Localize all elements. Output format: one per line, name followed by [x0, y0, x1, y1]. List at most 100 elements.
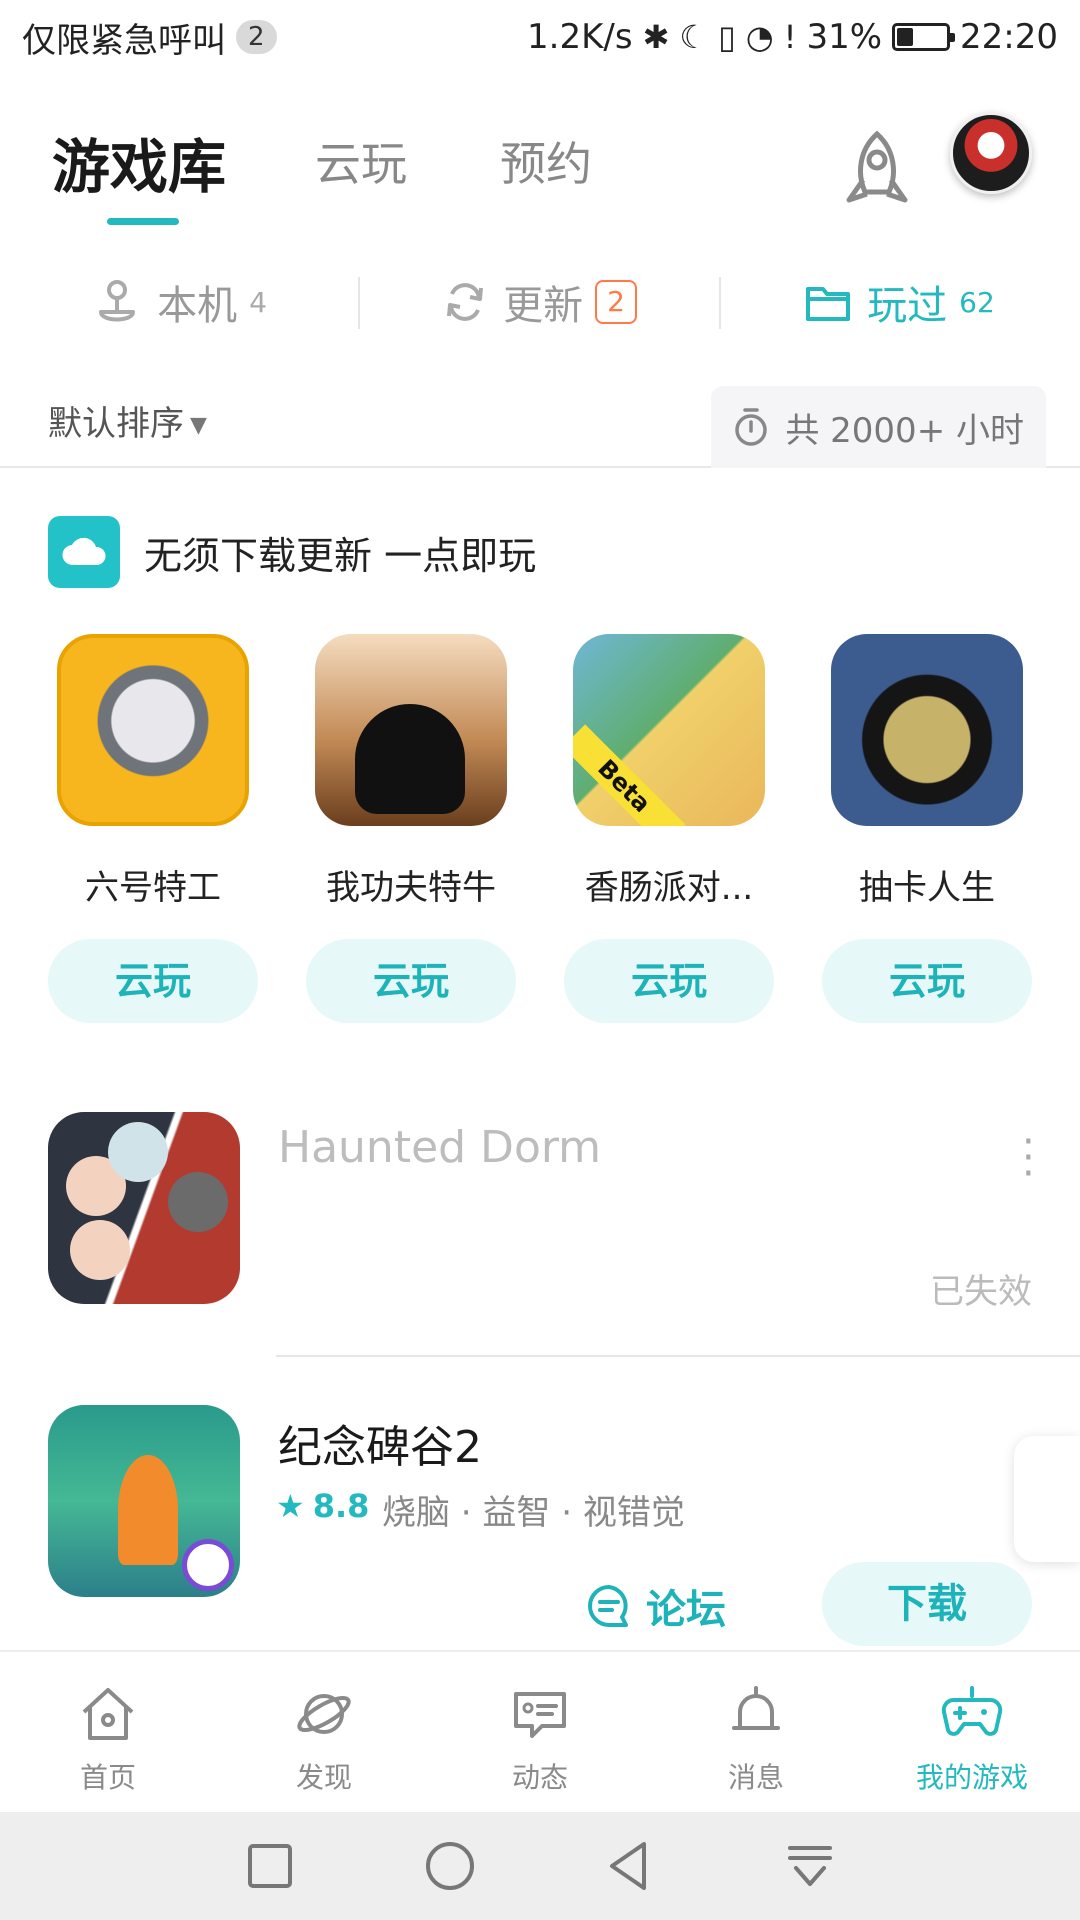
bell-icon [732, 1686, 780, 1730]
game-icon-sausage-party[interactable]: Beta [573, 634, 765, 826]
sort-label: 默认排序 [48, 404, 184, 444]
forum-label: 论坛 [646, 1587, 726, 1633]
vibrate-icon: ▯ [718, 18, 736, 56]
tab-reserve[interactable]: 预约 [500, 128, 592, 194]
publisher-logo [182, 1539, 234, 1591]
user-avatar[interactable] [950, 112, 1032, 194]
gamepad-icon [941, 1686, 1003, 1736]
wifi-icon: ◔ [745, 18, 774, 56]
cloud-play-button[interactable]: 云玩 [564, 939, 774, 1023]
nav-discover[interactable]: 发现 [216, 1652, 432, 1812]
character-face [108, 1122, 168, 1182]
folder-icon [806, 287, 851, 321]
game-icon-monument-valley-2[interactable] [48, 1405, 240, 1597]
game-icon-haunted-dorm[interactable] [48, 1112, 240, 1304]
status-bar: 仅限紧急呼叫 2 1.2K/s ✱ ☾ ▯ ◔ ! 31% 22:20 [0, 0, 1080, 74]
game-icon-kungfu[interactable] [315, 634, 507, 826]
update-count-badge: 2 [595, 280, 637, 324]
home-icon [82, 1688, 134, 1740]
nav-feed[interactable]: 动态 [432, 1652, 648, 1812]
tab-game-library[interactable]: 游戏库 [52, 120, 226, 204]
cloud-game-card[interactable]: 我功夫特牛 云玩 [306, 634, 516, 1023]
top-tabs: 游戏库 云玩 预约 [0, 100, 1080, 230]
cloud-section-title: 无须下载更新 一点即玩 [144, 533, 537, 578]
cloud-play-button[interactable]: 云玩 [822, 939, 1032, 1023]
character-face [168, 1172, 228, 1232]
cloud-game-card[interactable]: 六号特工 云玩 [48, 634, 258, 1023]
active-tab-indicator [107, 218, 179, 225]
sort-dropdown[interactable]: 默认排序 ▼ [48, 396, 207, 445]
game-name: 抽卡人生 [859, 868, 995, 908]
game-icon-gacha-life[interactable] [831, 634, 1023, 826]
filter-played[interactable]: 玩过 62 [720, 262, 1080, 342]
nav-messages[interactable]: 消息 [648, 1652, 864, 1812]
silhouette-figure [355, 704, 465, 814]
battery-icon [892, 23, 956, 51]
cloud-play-button[interactable]: 云玩 [48, 939, 258, 1023]
game-title: Haunted Dorm [278, 1122, 602, 1173]
character-figure [118, 1455, 178, 1565]
filter-divider [719, 277, 721, 329]
filter-row: 本机 4 更新 2 玩过 62 [0, 262, 1080, 342]
cloud-game-card[interactable]: 抽卡人生 云玩 [822, 634, 1032, 1023]
moon-icon: ☾ [679, 18, 709, 56]
filter-played-label: 玩过 [867, 283, 948, 329]
character-face [70, 1220, 130, 1280]
sim-badge: 2 [236, 20, 277, 54]
rating: ★ 8.8 [276, 1487, 369, 1525]
game-name: 六号特工 [85, 868, 221, 908]
back-icon[interactable] [604, 1840, 656, 1892]
bottom-navigation: 首页 发现 动态 消息 我的游戏 [0, 1650, 1080, 1812]
rocket-icon[interactable] [839, 130, 915, 210]
recent-apps-icon[interactable] [244, 1840, 296, 1892]
nav-label: 我的游戏 [915, 1761, 1028, 1794]
forum-button[interactable]: 论坛 [586, 1577, 726, 1635]
home-circle-icon[interactable] [424, 1840, 476, 1892]
download-button[interactable]: 下载 [822, 1562, 1032, 1646]
nav-label: 首页 [79, 1761, 136, 1794]
tab-cloud-play[interactable]: 云玩 [315, 128, 407, 194]
battery-alert-icon: ! [783, 18, 797, 56]
game-title: 纪念碑谷2 [278, 1422, 482, 1473]
filter-update[interactable]: 更新 2 [360, 262, 720, 342]
star-icon: ★ [276, 1487, 305, 1525]
more-options-icon[interactable]: · · · [1022, 1122, 1035, 1194]
filter-played-count: 62 [959, 285, 995, 319]
cloud-game-card[interactable]: Beta 香肠派对... 云玩 [564, 634, 774, 1023]
nav-home[interactable]: 首页 [0, 1652, 216, 1812]
filter-local-label: 本机 [157, 283, 238, 329]
list-divider [276, 1355, 1080, 1357]
cloud-section-header: 无须下载更新 一点即玩 [48, 516, 536, 588]
filter-local-count: 4 [249, 285, 267, 319]
sort-row: 默认排序 ▼ 共 2000+ 小时 [0, 380, 1080, 468]
battery-fill [897, 28, 914, 46]
bluetooth-icon: ✱ [642, 18, 670, 56]
game-tags: 烧脑 · 益智 · 视错觉 [382, 1493, 685, 1533]
play-hours-summary: 共 2000+ 小时 [711, 386, 1046, 468]
feed-icon [514, 1692, 566, 1738]
filter-local[interactable]: 本机 4 [0, 262, 360, 342]
expired-status: 已失效 [930, 1272, 1032, 1312]
planet-icon [297, 1694, 351, 1734]
filter-update-label: 更新 [503, 283, 584, 329]
floating-download-tab[interactable] [1014, 1436, 1080, 1562]
play-hours-text: 共 2000+ 小时 [785, 410, 1024, 451]
nav-label: 消息 [727, 1761, 784, 1794]
beta-badge: Beta [573, 724, 686, 826]
game-icon-agent6[interactable] [57, 634, 249, 826]
notification-pulldown-icon[interactable] [784, 1840, 836, 1892]
cloud-icon [48, 516, 120, 588]
clock: 22:20 [960, 17, 1058, 57]
refresh-icon [447, 283, 484, 321]
caret-down-icon: ▼ [190, 413, 207, 438]
timer-icon [735, 408, 768, 446]
system-navigation-bar [0, 1812, 1080, 1920]
cloud-play-button[interactable]: 云玩 [306, 939, 516, 1023]
nav-my-games[interactable]: 我的游戏 [864, 1652, 1080, 1812]
emergency-call-text: 仅限紧急呼叫 [22, 20, 226, 61]
network-speed: 1.2K/s [527, 17, 633, 57]
game-name: 我功夫特牛 [326, 868, 496, 908]
nav-label: 发现 [295, 1761, 352, 1794]
battery-percent: 31% [806, 17, 883, 57]
game-name: 香肠派对... [584, 868, 754, 908]
